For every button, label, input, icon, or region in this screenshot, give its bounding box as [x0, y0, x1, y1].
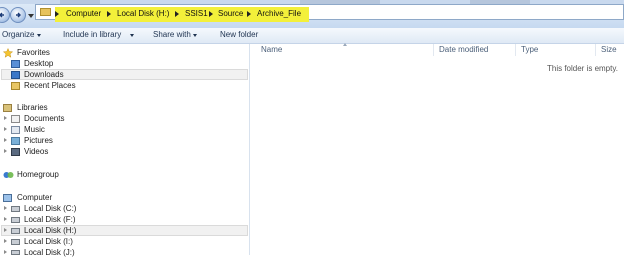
column-header-date-modified[interactable]: Date modified: [439, 45, 488, 55]
star-icon: [3, 48, 13, 58]
nav-item-downloads[interactable]: Downloads: [24, 70, 64, 80]
nav-item-drive-h[interactable]: Local Disk (H:): [24, 226, 76, 236]
column-header-name[interactable]: Name: [261, 45, 282, 55]
expand-arrow-icon[interactable]: [4, 217, 7, 221]
nav-libraries[interactable]: Libraries: [17, 103, 48, 113]
nav-computer[interactable]: Computer: [17, 193, 52, 203]
expand-arrow-icon[interactable]: [4, 116, 7, 120]
share-with-button[interactable]: Share with: [153, 30, 191, 40]
nav-item-desktop[interactable]: Desktop: [24, 59, 53, 69]
nav-item-drive-c[interactable]: Local Disk (C:): [24, 204, 76, 214]
sort-arrow-icon: [343, 43, 347, 46]
file-list-pane[interactable]: Name Date modified Type Size This folder…: [250, 43, 624, 255]
back-button[interactable]: [0, 7, 10, 23]
expand-arrow-icon[interactable]: [4, 127, 7, 131]
pictures-icon: [11, 137, 20, 145]
nav-item-documents[interactable]: Documents: [24, 114, 64, 124]
nav-item-drive-i[interactable]: Local Disk (I:): [24, 237, 73, 247]
nav-item-pictures[interactable]: Pictures: [24, 136, 53, 146]
nav-homegroup[interactable]: Homegroup: [17, 170, 59, 180]
downloads-icon: [11, 71, 20, 79]
drive-icon: [11, 250, 20, 255]
nav-item-drive-j[interactable]: Local Disk (J:): [24, 248, 75, 258]
recent-places-icon: [11, 82, 20, 90]
breadcrumb-separator[interactable]: [107, 11, 111, 17]
include-in-library-button[interactable]: Include in library: [63, 30, 121, 40]
drive-icon: [11, 206, 20, 212]
videos-icon: [11, 148, 20, 156]
nav-item-videos[interactable]: Videos: [24, 147, 48, 157]
expand-arrow-icon[interactable]: [4, 250, 7, 254]
organize-button[interactable]: Organize: [2, 30, 34, 40]
expand-arrow-icon[interactable]: [4, 239, 7, 243]
column-divider[interactable]: [433, 44, 434, 56]
new-folder-button[interactable]: New folder: [220, 30, 258, 40]
nav-item-drive-f[interactable]: Local Disk (F:): [24, 215, 76, 225]
expand-arrow-icon[interactable]: [4, 149, 7, 153]
column-header-size[interactable]: Size: [601, 45, 617, 55]
breadcrumb-separator[interactable]: [209, 11, 213, 17]
nav-item-music[interactable]: Music: [24, 125, 45, 135]
breadcrumb-computer[interactable]: Computer: [66, 9, 101, 19]
navigation-pane: Favorites Desktop Downloads Recent Place…: [0, 44, 250, 258]
column-header-type[interactable]: Type: [521, 45, 538, 55]
chevron-down-icon: [37, 34, 41, 37]
column-divider[interactable]: [595, 44, 596, 56]
expand-arrow-icon[interactable]: [4, 138, 7, 142]
homegroup-icon: [3, 172, 14, 178]
nav-favorites[interactable]: Favorites: [17, 48, 50, 58]
expand-arrow-icon[interactable]: [4, 206, 7, 210]
breadcrumb-archive-file[interactable]: Archive_File: [257, 9, 301, 19]
folder-icon: [40, 8, 51, 16]
breadcrumb-separator[interactable]: [175, 11, 179, 17]
forward-arrow-icon: [16, 12, 21, 18]
desktop-icon: [11, 60, 20, 68]
recent-pages-dropdown[interactable]: [28, 14, 34, 18]
command-bar: Organize Include in library Share with N…: [0, 28, 624, 44]
column-divider[interactable]: [515, 44, 516, 56]
chevron-down-icon: [130, 34, 134, 37]
expand-arrow-icon[interactable]: [4, 228, 7, 232]
drive-icon: [11, 239, 20, 245]
music-icon: [11, 126, 20, 134]
breadcrumb-ssis1[interactable]: SSIS1: [185, 9, 208, 19]
nav-item-recent-places[interactable]: Recent Places: [24, 81, 76, 91]
chevron-down-icon: [193, 34, 197, 37]
documents-icon: [11, 115, 20, 123]
library-icon: [3, 104, 12, 112]
drive-icon: [11, 228, 20, 234]
breadcrumb-separator[interactable]: [247, 11, 251, 17]
drive-icon: [11, 217, 20, 223]
back-arrow-icon: [0, 12, 4, 18]
computer-icon: [3, 194, 12, 202]
breadcrumb-local-disk-h[interactable]: Local Disk (H:): [117, 9, 169, 19]
empty-folder-message: This folder is empty.: [547, 64, 618, 73]
forward-button[interactable]: [10, 7, 26, 23]
breadcrumb-source[interactable]: Source: [218, 9, 243, 19]
breadcrumb-separator[interactable]: [55, 11, 59, 17]
